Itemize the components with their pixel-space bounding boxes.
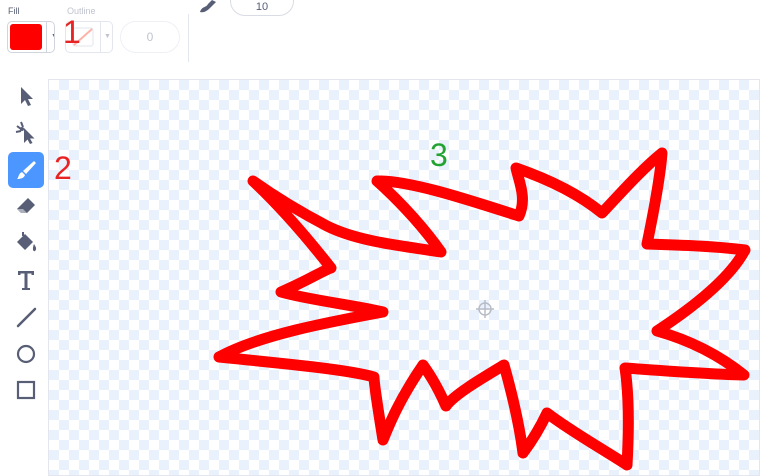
chevron-down-icon: ▼: [51, 33, 54, 40]
fill-color-swatch: [10, 24, 42, 50]
fill-tool-button[interactable]: [8, 225, 44, 261]
annotation-1: 1: [63, 14, 81, 50]
select-arrow-icon: [21, 87, 33, 106]
eraser-icon: [17, 198, 35, 213]
toolbar-divider: [188, 14, 189, 62]
rectangle-tool-button[interactable]: [8, 372, 44, 408]
drawing-canvas[interactable]: [48, 79, 760, 476]
fill-label: Fill: [8, 6, 20, 16]
brush-size-icon: [200, 0, 216, 13]
chevron-down-icon: ▼: [104, 33, 111, 40]
brush-tool-button[interactable]: [8, 152, 44, 188]
text-icon: [18, 271, 34, 290]
circle-tool-button[interactable]: [8, 336, 44, 372]
rotation-center-icon: [476, 300, 494, 318]
reshape-tool-button[interactable]: [8, 114, 44, 150]
reshape-icon: [15, 121, 35, 144]
brush-size-input[interactable]: 10: [230, 0, 294, 16]
line-icon: [16, 307, 37, 328]
canvas-drawing: [213, 147, 751, 471]
brush-icon: [17, 161, 36, 179]
rectangle-icon: [16, 380, 36, 400]
tool-rail: [0, 76, 52, 476]
paint-toolbar: Fill ▼ Outline ▼ 0 10: [0, 0, 760, 76]
paint-bucket-icon: [17, 232, 37, 252]
circle-icon: [16, 344, 36, 364]
outline-width-input[interactable]: 0: [120, 21, 180, 53]
eraser-tool-button[interactable]: [8, 188, 44, 224]
select-tool-button[interactable]: [8, 78, 44, 114]
text-tool-button[interactable]: [8, 262, 44, 298]
fill-color-picker[interactable]: ▼: [7, 21, 55, 53]
line-tool-button[interactable]: [8, 299, 44, 335]
annotation-2: 2: [54, 150, 72, 186]
annotation-3: 3: [430, 137, 448, 173]
